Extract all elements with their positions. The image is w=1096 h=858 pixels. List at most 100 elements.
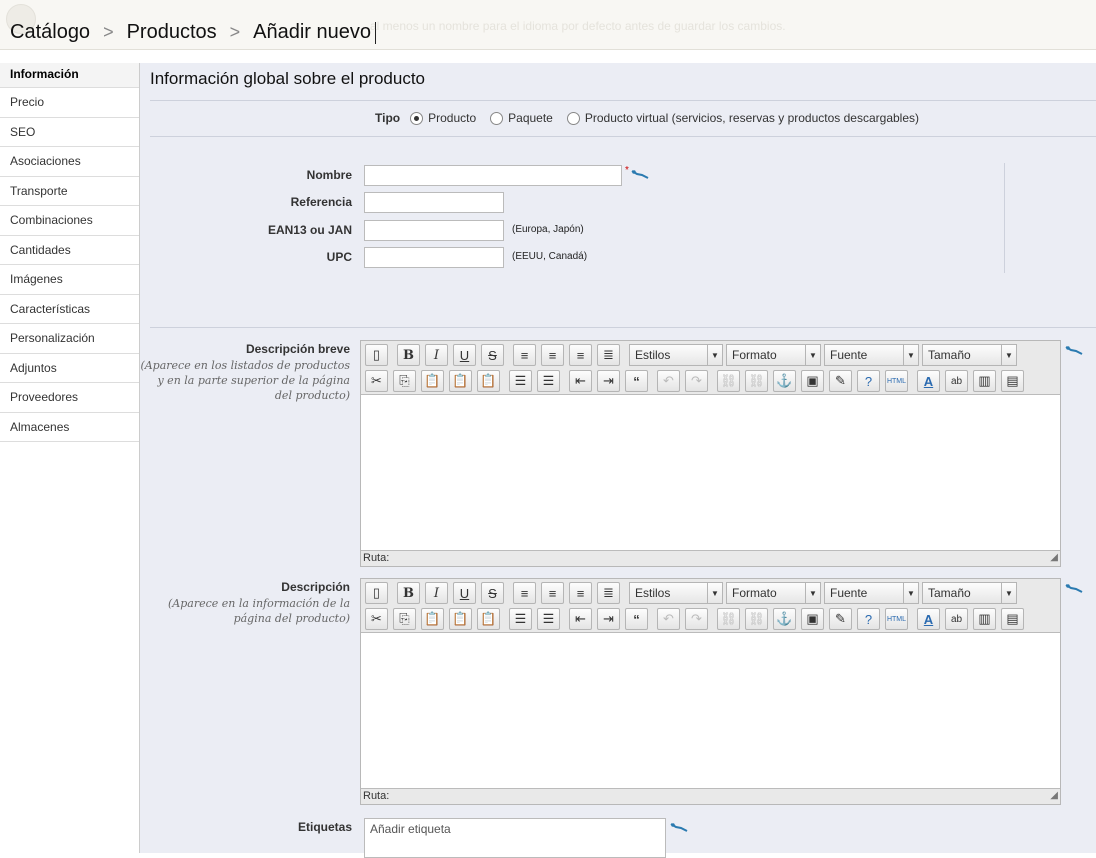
language-pin-icon[interactable] xyxy=(1065,345,1083,355)
resize-handle-icon[interactable]: ◢ xyxy=(1050,788,1058,803)
highlight-color-icon[interactable]: ab xyxy=(945,370,968,392)
cleanup-icon[interactable]: ✎ xyxy=(829,608,852,630)
styles-select[interactable]: Estilos ▼ xyxy=(629,344,723,366)
numbered-list-icon[interactable]: ☰ xyxy=(537,608,560,630)
align-left-icon[interactable]: ≡ xyxy=(513,344,536,366)
undo-icon[interactable]: ↶ xyxy=(657,370,680,392)
sidebar-item-adjuntos[interactable]: Adjuntos xyxy=(0,354,139,383)
tags-input[interactable]: Añadir etiqueta xyxy=(364,818,666,858)
bullet-list-icon[interactable]: ☰ xyxy=(509,608,532,630)
image-icon[interactable]: ▣ xyxy=(801,608,824,630)
short-description-textarea[interactable] xyxy=(361,395,1060,550)
link-icon[interactable]: ⛓ xyxy=(717,608,740,630)
image-icon[interactable]: ▣ xyxy=(801,370,824,392)
paste-icon[interactable]: 📋 xyxy=(421,608,444,630)
upc-input[interactable] xyxy=(364,247,504,268)
sidebar-item-proveedores[interactable]: Proveedores xyxy=(0,383,139,413)
highlight-color-icon[interactable]: ab xyxy=(945,608,968,630)
nombre-input[interactable] xyxy=(364,165,622,186)
italic-icon[interactable]: I xyxy=(425,344,448,366)
italic-icon[interactable]: I xyxy=(425,582,448,604)
paste-text-icon[interactable]: 📋 xyxy=(449,608,472,630)
align-center-icon[interactable]: ≡ xyxy=(541,582,564,604)
sidebar-item-caracteristicas[interactable]: Características xyxy=(0,295,139,324)
blockquote-icon[interactable]: “ xyxy=(625,370,648,392)
text-color-icon[interactable]: A xyxy=(917,370,940,392)
description-textarea[interactable] xyxy=(361,633,1060,788)
language-pin-icon[interactable] xyxy=(1065,583,1083,593)
font-select[interactable]: Fuente ▼ xyxy=(824,344,919,366)
template-icon[interactable]: ▤ xyxy=(1001,608,1024,630)
format-select[interactable]: Formato ▼ xyxy=(726,344,821,366)
outdent-icon[interactable]: ⇤ xyxy=(569,370,592,392)
help-icon[interactable]: ? xyxy=(857,608,880,630)
align-right-icon[interactable]: ≡ xyxy=(569,582,592,604)
cut-icon[interactable]: ✂ xyxy=(365,370,388,392)
unlink-icon[interactable]: ⛓ xyxy=(745,370,768,392)
size-select[interactable]: Tamaño ▼ xyxy=(922,582,1017,604)
cleanup-icon[interactable]: ✎ xyxy=(829,370,852,392)
font-select[interactable]: Fuente ▼ xyxy=(824,582,919,604)
size-select[interactable]: Tamaño ▼ xyxy=(922,344,1017,366)
sidebar-item-almacenes[interactable]: Almacenes xyxy=(0,413,139,442)
redo-icon[interactable]: ↷ xyxy=(685,370,708,392)
breadcrumb-catalogo[interactable]: Catálogo xyxy=(10,21,90,44)
referencia-input[interactable] xyxy=(364,192,504,213)
unlink-icon[interactable]: ⛓ xyxy=(745,608,768,630)
ean13-input[interactable] xyxy=(364,220,504,241)
sidebar-item-imagenes[interactable]: Imágenes xyxy=(0,265,139,295)
tipo-option-virtual[interactable]: Producto virtual (servicios, reservas y … xyxy=(566,111,919,125)
paste-text-icon[interactable]: 📋 xyxy=(449,370,472,392)
redo-icon[interactable]: ↷ xyxy=(685,608,708,630)
sidebar-item-seo[interactable]: SEO xyxy=(0,118,139,147)
sidebar-item-asociaciones[interactable]: Asociaciones xyxy=(0,147,139,177)
anchor-icon[interactable]: ⚓ xyxy=(773,370,796,392)
paste-icon[interactable]: 📋 xyxy=(421,370,444,392)
new-document-icon[interactable]: ▯ xyxy=(365,582,388,604)
align-justify-icon[interactable]: ≣ xyxy=(597,582,620,604)
html-icon[interactable]: HTML xyxy=(885,370,908,392)
text-color-icon[interactable]: A xyxy=(917,608,940,630)
styles-select[interactable]: Estilos ▼ xyxy=(629,582,723,604)
link-icon[interactable]: ⛓ xyxy=(717,370,740,392)
bold-icon[interactable]: B xyxy=(397,582,420,604)
paste-word-icon[interactable]: 📋 xyxy=(477,370,500,392)
bold-icon[interactable]: B xyxy=(397,344,420,366)
numbered-list-icon[interactable]: ☰ xyxy=(537,370,560,392)
sidebar-item-combinaciones[interactable]: Combinaciones xyxy=(0,206,139,236)
copy-icon[interactable]: ⎘ xyxy=(393,608,416,630)
anchor-icon[interactable]: ⚓ xyxy=(773,608,796,630)
media-icon[interactable]: ▥ xyxy=(973,370,996,392)
outdent-icon[interactable]: ⇤ xyxy=(569,608,592,630)
undo-icon[interactable]: ↶ xyxy=(657,608,680,630)
bullet-list-icon[interactable]: ☰ xyxy=(509,370,532,392)
radio-producto[interactable] xyxy=(410,111,424,125)
tipo-option-producto[interactable]: Producto xyxy=(410,111,476,125)
underline-icon[interactable]: U xyxy=(453,344,476,366)
breadcrumb-productos[interactable]: Productos xyxy=(127,21,217,44)
sidebar-item-informacion[interactable]: Información xyxy=(0,63,139,88)
sidebar-item-precio[interactable]: Precio xyxy=(0,88,139,118)
copy-icon[interactable]: ⎘ xyxy=(393,370,416,392)
align-right-icon[interactable]: ≡ xyxy=(569,344,592,366)
resize-handle-icon[interactable]: ◢ xyxy=(1050,550,1058,565)
template-icon[interactable]: ▤ xyxy=(1001,370,1024,392)
strikethrough-icon[interactable]: S xyxy=(481,344,504,366)
language-pin-icon[interactable] xyxy=(631,169,649,179)
html-icon[interactable]: HTML xyxy=(885,608,908,630)
radio-virtual[interactable] xyxy=(566,111,580,125)
align-center-icon[interactable]: ≡ xyxy=(541,344,564,366)
sidebar-item-cantidades[interactable]: Cantidades xyxy=(0,236,139,265)
tipo-option-paquete[interactable]: Paquete xyxy=(490,111,553,125)
format-select[interactable]: Formato ▼ xyxy=(726,582,821,604)
align-left-icon[interactable]: ≡ xyxy=(513,582,536,604)
indent-icon[interactable]: ⇥ xyxy=(597,370,620,392)
strikethrough-icon[interactable]: S xyxy=(481,582,504,604)
radio-paquete[interactable] xyxy=(490,111,504,125)
language-pin-icon[interactable] xyxy=(670,822,688,832)
align-justify-icon[interactable]: ≣ xyxy=(597,344,620,366)
sidebar-item-personalizacion[interactable]: Personalización xyxy=(0,324,139,354)
media-icon[interactable]: ▥ xyxy=(973,608,996,630)
indent-icon[interactable]: ⇥ xyxy=(597,608,620,630)
cut-icon[interactable]: ✂ xyxy=(365,608,388,630)
